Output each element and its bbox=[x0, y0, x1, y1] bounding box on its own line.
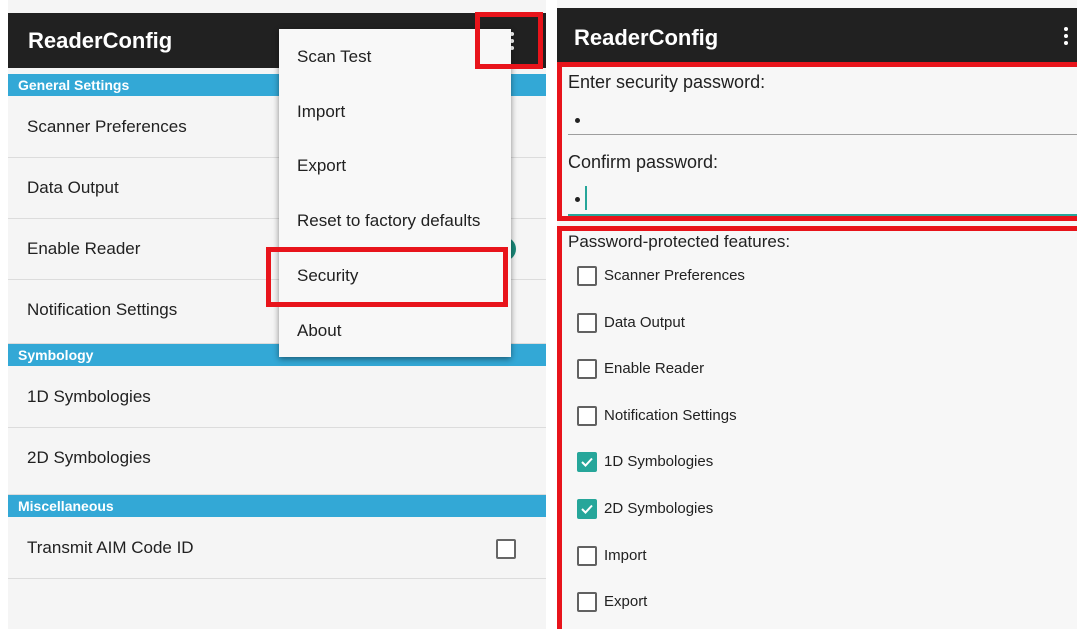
menu-item-import[interactable]: Import bbox=[279, 84, 511, 138]
right-screen: ReaderConfig Enter security password: Co… bbox=[557, 0, 1077, 629]
checkbox-icon[interactable] bbox=[577, 313, 597, 333]
password-value bbox=[575, 118, 580, 123]
password-field[interactable] bbox=[568, 98, 1077, 134]
list-item-2d-symbologies[interactable]: 2D Symbologies bbox=[8, 428, 546, 495]
text-cursor bbox=[585, 186, 587, 210]
check-icon bbox=[581, 457, 593, 467]
menu-item-security[interactable]: Security bbox=[279, 248, 511, 302]
app-title-right: ReaderConfig bbox=[574, 25, 719, 50]
features-label: Password-protected features: bbox=[568, 232, 791, 251]
left-screen: ReaderConfig General Settings Scanner Pr… bbox=[8, 0, 546, 629]
app-bar-right: ReaderConfig bbox=[557, 8, 1077, 64]
menu-item-scan-test[interactable]: Scan Test bbox=[279, 29, 511, 83]
checkbox-icon[interactable] bbox=[577, 359, 597, 379]
menu-item-export[interactable]: Export bbox=[279, 138, 511, 192]
feature-label: Export bbox=[604, 593, 648, 610]
checkbox-checked-icon[interactable] bbox=[577, 499, 597, 519]
feature-label: 1D Symbologies bbox=[604, 453, 714, 470]
app-title: ReaderConfig bbox=[28, 28, 173, 53]
checkbox-checked-icon[interactable] bbox=[577, 452, 597, 472]
section-header-miscellaneous: Miscellaneous bbox=[8, 495, 546, 517]
feature-label: Notification Settings bbox=[604, 407, 737, 424]
menu-item-about[interactable]: About bbox=[279, 303, 511, 357]
menu-item-reset-to-factory-defaults[interactable]: Reset to factory defaults bbox=[279, 193, 511, 247]
list-item-1d-symbologies[interactable]: 1D Symbologies bbox=[8, 367, 546, 428]
feature-label: 2D Symbologies bbox=[604, 500, 714, 517]
password-underline bbox=[568, 134, 1077, 135]
password-label: Enter security password: bbox=[568, 72, 766, 92]
feature-label: Scanner Preferences bbox=[604, 267, 745, 284]
check-icon bbox=[581, 504, 593, 514]
feature-label: Import bbox=[604, 547, 647, 564]
features-highlight bbox=[557, 226, 1077, 629]
confirm-value bbox=[575, 197, 580, 202]
transmit-aim-checkbox[interactable] bbox=[496, 539, 516, 559]
feature-label: Enable Reader bbox=[604, 360, 705, 377]
checkbox-icon[interactable] bbox=[577, 592, 597, 612]
more-vert-icon[interactable] bbox=[1060, 24, 1072, 48]
checkbox-icon[interactable] bbox=[577, 266, 597, 286]
feature-label: Data Output bbox=[604, 314, 685, 331]
list-item-transmit-aim-code-id[interactable]: Transmit AIM Code ID bbox=[8, 518, 546, 579]
overflow-menu: Scan Test Import Export Reset to factory… bbox=[279, 29, 511, 357]
confirm-password-field[interactable] bbox=[568, 180, 1077, 214]
checkbox-icon[interactable] bbox=[577, 406, 597, 426]
checkbox-icon[interactable] bbox=[577, 546, 597, 566]
confirm-underline bbox=[568, 214, 1077, 216]
confirm-label: Confirm password: bbox=[568, 152, 719, 172]
